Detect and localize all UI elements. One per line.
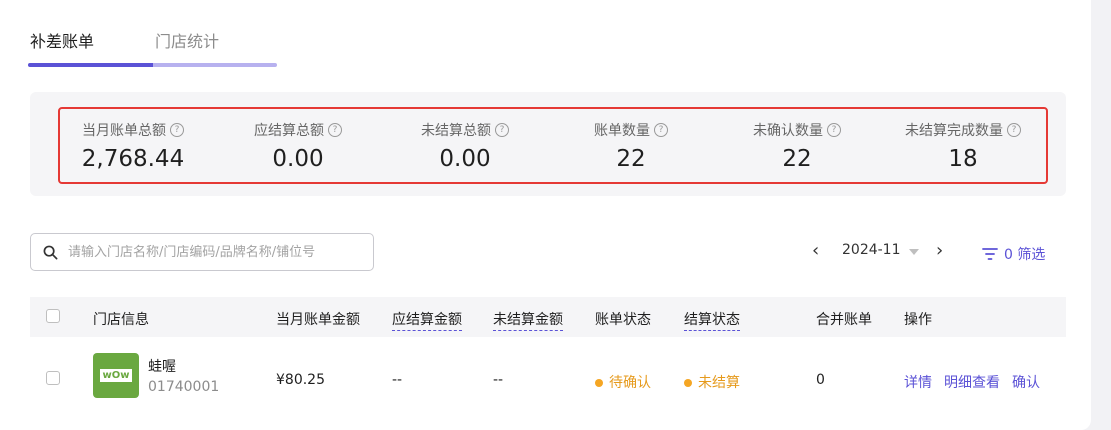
- action-detail-link[interactable]: 详情: [904, 372, 932, 392]
- table-row: wOw 蛙喔 01740001 ¥80.25 -- -- 待确认 未结算 0 详…: [30, 337, 1066, 420]
- search-icon: [43, 245, 58, 259]
- logo-text: wOw: [99, 369, 133, 382]
- main-card: 补差账单 门店统计 当月账单总额? 2,768.44 应结算总额? 0.00 未…: [0, 0, 1091, 430]
- header-store-info: 门店信息: [93, 312, 149, 328]
- stat-label: 账单数量: [594, 123, 650, 139]
- filter-button[interactable]: 0 筛选: [982, 244, 1045, 264]
- tab-indicator-track: [153, 63, 277, 67]
- status-dot: [595, 379, 603, 387]
- stat-value: 0.00: [272, 146, 324, 172]
- table-header: 门店信息 当月账单金额 应结算金额 未结算金额 账单状态 结算状态 合并账单 操…: [30, 297, 1066, 337]
- search-box[interactable]: [30, 233, 374, 271]
- filter-icon: [982, 248, 998, 260]
- merged-count: 0: [816, 372, 825, 388]
- action-view-items-link[interactable]: 明细查看: [944, 372, 1000, 392]
- search-input[interactable]: [66, 243, 360, 261]
- action-confirm-link[interactable]: 确认: [1012, 372, 1040, 392]
- stat-label: 未结算完成数量: [905, 123, 1003, 139]
- header-settle-status[interactable]: 结算状态: [684, 309, 740, 331]
- question-circle-icon[interactable]: ?: [170, 123, 184, 137]
- stat-monthly-total: 当月账单总额? 2,768.44: [50, 120, 216, 172]
- stat-value: 0.00: [439, 146, 491, 172]
- status-dot: [684, 379, 692, 387]
- question-circle-icon[interactable]: ?: [328, 123, 342, 137]
- stat-value: 22: [782, 146, 812, 172]
- stat-unsettled-total: 未结算总额? 0.00: [382, 120, 548, 172]
- stat-value: 18: [948, 146, 978, 172]
- select-all-checkbox[interactable]: [46, 309, 60, 323]
- header-actions: 操作: [904, 312, 932, 328]
- stat-label: 未结算总额: [421, 123, 491, 139]
- question-circle-icon[interactable]: ?: [1007, 123, 1021, 137]
- prev-month-button[interactable]: ‹: [812, 240, 819, 261]
- stat-label: 当月账单总额: [82, 123, 166, 139]
- header-payable[interactable]: 应结算金额: [392, 309, 462, 331]
- active-tab-indicator: [28, 63, 153, 67]
- stat-payable-total: 应结算总额? 0.00: [215, 120, 381, 172]
- stat-bill-count: 账单数量? 22: [548, 120, 714, 172]
- stat-value: 22: [616, 146, 646, 172]
- store-code: 01740001: [148, 379, 220, 395]
- chevron-down-icon[interactable]: [909, 249, 919, 256]
- question-circle-icon[interactable]: ?: [495, 123, 509, 137]
- unsettled-amount: --: [493, 372, 504, 388]
- question-circle-icon[interactable]: ?: [827, 123, 841, 137]
- question-circle-icon[interactable]: ?: [654, 123, 668, 137]
- header-bill-status: 账单状态: [595, 312, 651, 328]
- payable-amount: --: [392, 372, 403, 388]
- stat-label: 应结算总额: [254, 123, 324, 139]
- header-merged: 合并账单: [816, 312, 872, 328]
- settle-status-text: 未结算: [698, 375, 740, 391]
- next-month-button[interactable]: ›: [936, 240, 943, 261]
- stat-label: 未确认数量: [753, 123, 823, 139]
- store-name: 蛙喔: [148, 359, 176, 375]
- bill-status-badge: 待确认: [595, 372, 651, 392]
- stat-value: 2,768.44: [81, 146, 185, 172]
- row-checkbox[interactable]: [46, 371, 60, 385]
- monthly-amount: ¥80.25: [276, 372, 325, 388]
- tab-bill[interactable]: 补差账单: [30, 28, 94, 52]
- stat-unsettled-done-count: 未结算完成数量? 18: [880, 120, 1046, 172]
- settle-status-badge: 未结算: [684, 372, 740, 392]
- header-monthly-amount: 当月账单金额: [276, 312, 360, 328]
- filter-label: 0 筛选: [1004, 247, 1046, 263]
- header-unsettled[interactable]: 未结算金额: [493, 309, 563, 331]
- stat-unconfirmed-count: 未确认数量? 22: [714, 120, 880, 172]
- month-value[interactable]: 2024-11: [842, 242, 901, 258]
- tab-store-stats[interactable]: 门店统计: [155, 28, 219, 52]
- bill-status-text: 待确认: [609, 375, 651, 391]
- store-logo: wOw: [93, 353, 139, 398]
